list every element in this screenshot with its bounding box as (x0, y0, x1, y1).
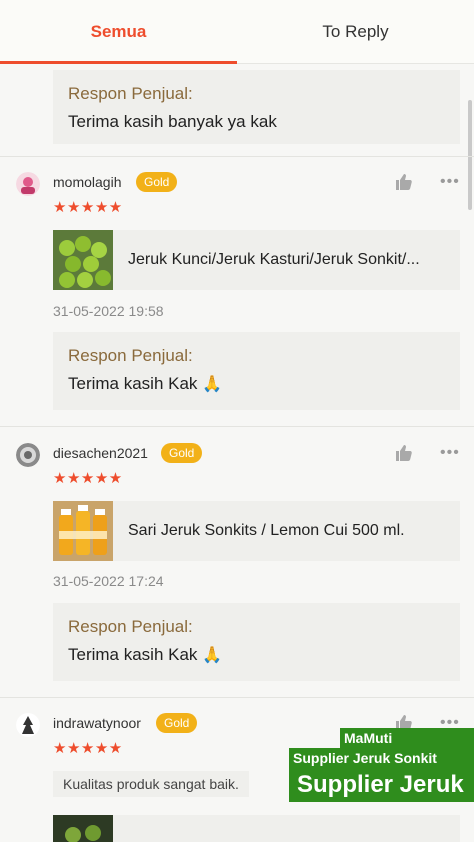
more-icon[interactable]: ••• (440, 445, 460, 461)
seller-reply-box: Respon Penjual: Terima kasih Kak 🙏 (53, 603, 460, 681)
product-card[interactable]: Sari Jeruk Sonkits / Lemon Cui 500 ml. (53, 501, 460, 561)
review-date: 31-05-2022 17:24 (53, 573, 164, 589)
review-item: momolagih Gold ••• ★★★★★ Jeruk Kunci/Jer… (0, 172, 474, 422)
gold-badge: Gold (136, 172, 178, 192)
star-rating: ★★★★★ (53, 469, 123, 487)
active-tab-indicator (0, 61, 237, 64)
watermark-brand: MaMuti (344, 730, 393, 746)
product-thumbnail (53, 501, 113, 561)
gold-badge: Gold (156, 713, 198, 733)
pray-emoji: 🙏 (202, 374, 223, 393)
avatar[interactable] (16, 172, 40, 196)
watermark-line-1: MaMuti (340, 728, 474, 748)
seller-reply-text: Terima kasih Kak 🙏 (68, 374, 445, 394)
product-name: Jeruk Kunci/Jeruk Kasturi/Jeruk Sonkit/.… (128, 251, 420, 268)
reviewer-username[interactable]: diesachen2021 (53, 445, 148, 461)
seller-reply-text: Terima kasih banyak ya kak (68, 112, 277, 131)
product-thumbnail (53, 230, 113, 290)
seller-reply-text: Terima kasih Kak 🙏 (68, 645, 445, 665)
tab-to-reply[interactable]: To Reply (237, 0, 474, 64)
seller-reply-box: Respon Penjual: Terima kasih Kak 🙏 (53, 332, 460, 410)
seller-reply-box: Respon Penjual: Terima kasih banyak ya k… (53, 70, 460, 144)
seller-reply-label: Respon Penjual: (68, 617, 193, 636)
more-icon[interactable]: ••• (440, 715, 460, 731)
divider (0, 697, 474, 698)
avatar[interactable] (16, 443, 40, 467)
seller-reply-message: Terima kasih Kak (68, 374, 198, 393)
star-rating: ★★★★★ (53, 739, 123, 757)
product-name: Sari Jeruk Sonkits / Lemon Cui 500 ml. (128, 522, 405, 539)
product-thumbnail (53, 815, 113, 842)
review-item: diesachen2021 Gold ••• ★★★★★ Sari Jeruk … (0, 443, 474, 693)
review-date: 31-05-2022 19:58 (53, 303, 164, 319)
gold-badge: Gold (161, 443, 203, 463)
product-card[interactable]: Jeruk Kunci/Jeruk Kasturi/Jeruk Sonkit/.… (53, 230, 460, 290)
divider (0, 156, 474, 157)
star-rating: ★★★★★ (53, 198, 123, 216)
watermark-line-3: Supplier Jeruk (289, 768, 474, 802)
reviewer-username[interactable]: momolagih (53, 174, 121, 190)
product-card[interactable] (53, 815, 460, 842)
avatar[interactable] (16, 713, 40, 737)
tab-to-reply-label: To Reply (322, 22, 389, 41)
review-tabs: Semua To Reply (0, 0, 474, 64)
reviewer-username[interactable]: indrawatynoor (53, 715, 141, 731)
thumbs-up-icon[interactable] (394, 443, 414, 463)
pray-emoji: 🙏 (202, 645, 223, 664)
review-comment: Kualitas produk sangat baik. (53, 771, 249, 797)
watermark-banner: MaMuti Supplier Jeruk Sonkit Supplier Je… (289, 728, 474, 802)
seller-reply-label: Respon Penjual: (68, 346, 193, 365)
thumbs-up-icon[interactable] (394, 172, 414, 192)
tab-all[interactable]: Semua (0, 0, 237, 64)
tab-all-label: Semua (90, 22, 147, 41)
seller-reply-message: Terima kasih Kak (68, 645, 198, 664)
more-icon[interactable]: ••• (440, 174, 460, 190)
watermark-line-2: Supplier Jeruk Sonkit (289, 748, 474, 768)
divider (0, 426, 474, 427)
seller-reply-label: Respon Penjual: (68, 84, 193, 103)
